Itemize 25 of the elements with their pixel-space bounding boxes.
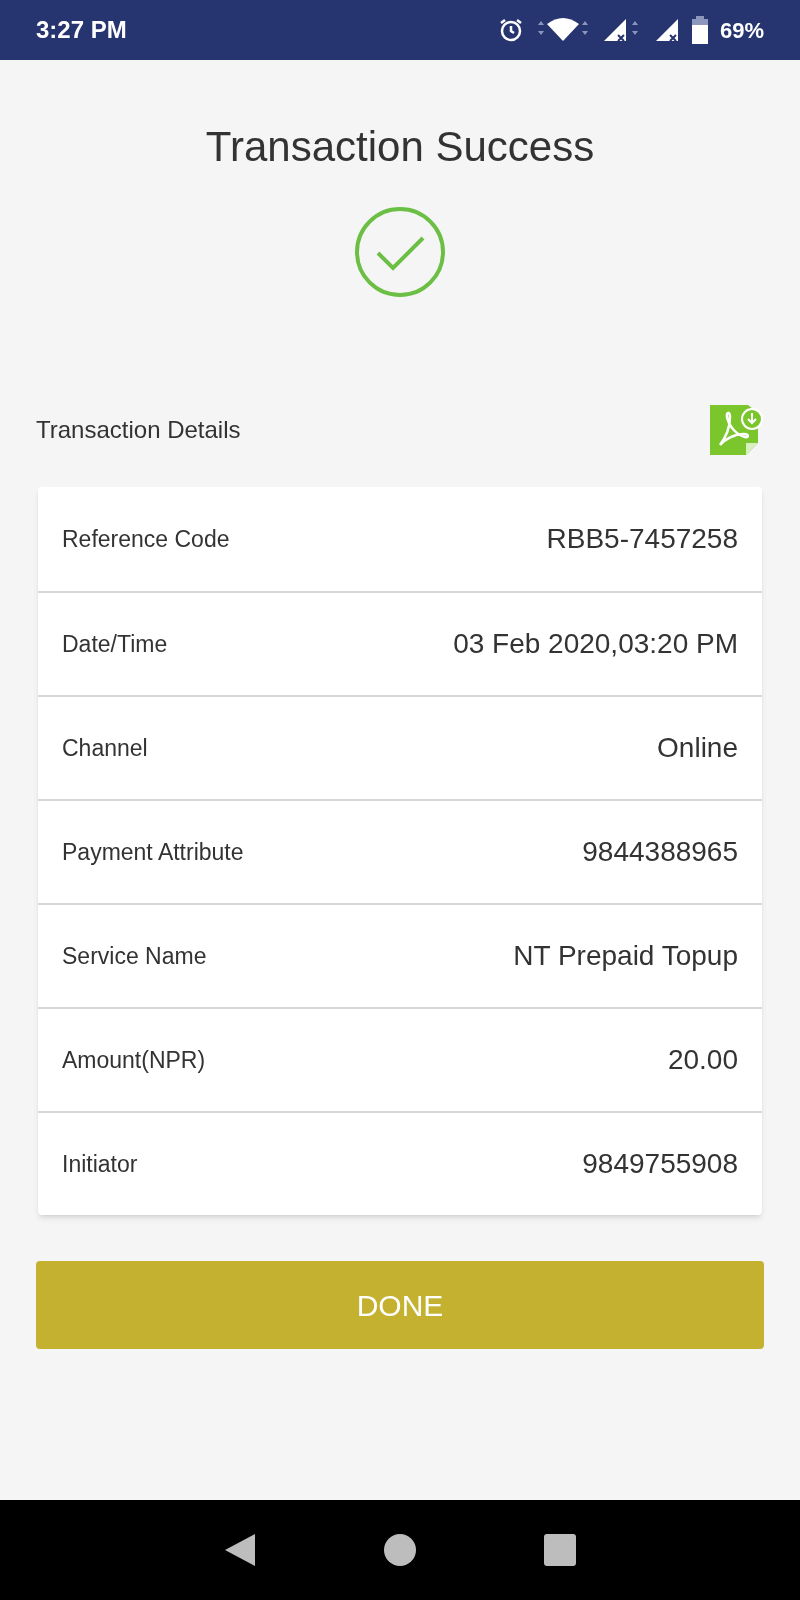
detail-label: Channel — [62, 733, 148, 763]
success-check-icon — [354, 206, 446, 298]
detail-value: 03 Feb 2020,03:20 PM — [453, 627, 738, 661]
detail-value: RBB5-7457258 — [546, 522, 738, 556]
back-icon[interactable] — [223, 1532, 257, 1568]
detail-value: 20.00 — [667, 1043, 738, 1077]
battery-percentage: 69% — [719, 16, 764, 45]
detail-label: Reference Code — [62, 524, 230, 554]
detail-label: Date/Time — [62, 629, 168, 659]
section-title: Transaction Details — [36, 415, 241, 445]
status-time: 3:27 PM — [36, 15, 127, 45]
detail-value: NT Prepaid Topup — [513, 939, 738, 973]
battery-icon — [691, 16, 708, 44]
home-icon[interactable] — [383, 1533, 417, 1567]
wifi-icon — [535, 17, 590, 43]
detail-label: Service Name — [62, 941, 207, 971]
detail-label: Amount(NPR) — [62, 1045, 206, 1075]
detail-label: Initiator — [62, 1149, 138, 1179]
done-button[interactable]: DONE — [36, 1261, 764, 1349]
detail-value: 9844388965 — [582, 835, 738, 869]
detail-label: Payment Attribute — [62, 837, 244, 867]
detail-value: 9849755908 — [582, 1147, 738, 1181]
detail-value: Online — [657, 731, 738, 765]
page-title: Transaction Success — [205, 122, 595, 172]
recents-icon[interactable] — [543, 1533, 577, 1567]
